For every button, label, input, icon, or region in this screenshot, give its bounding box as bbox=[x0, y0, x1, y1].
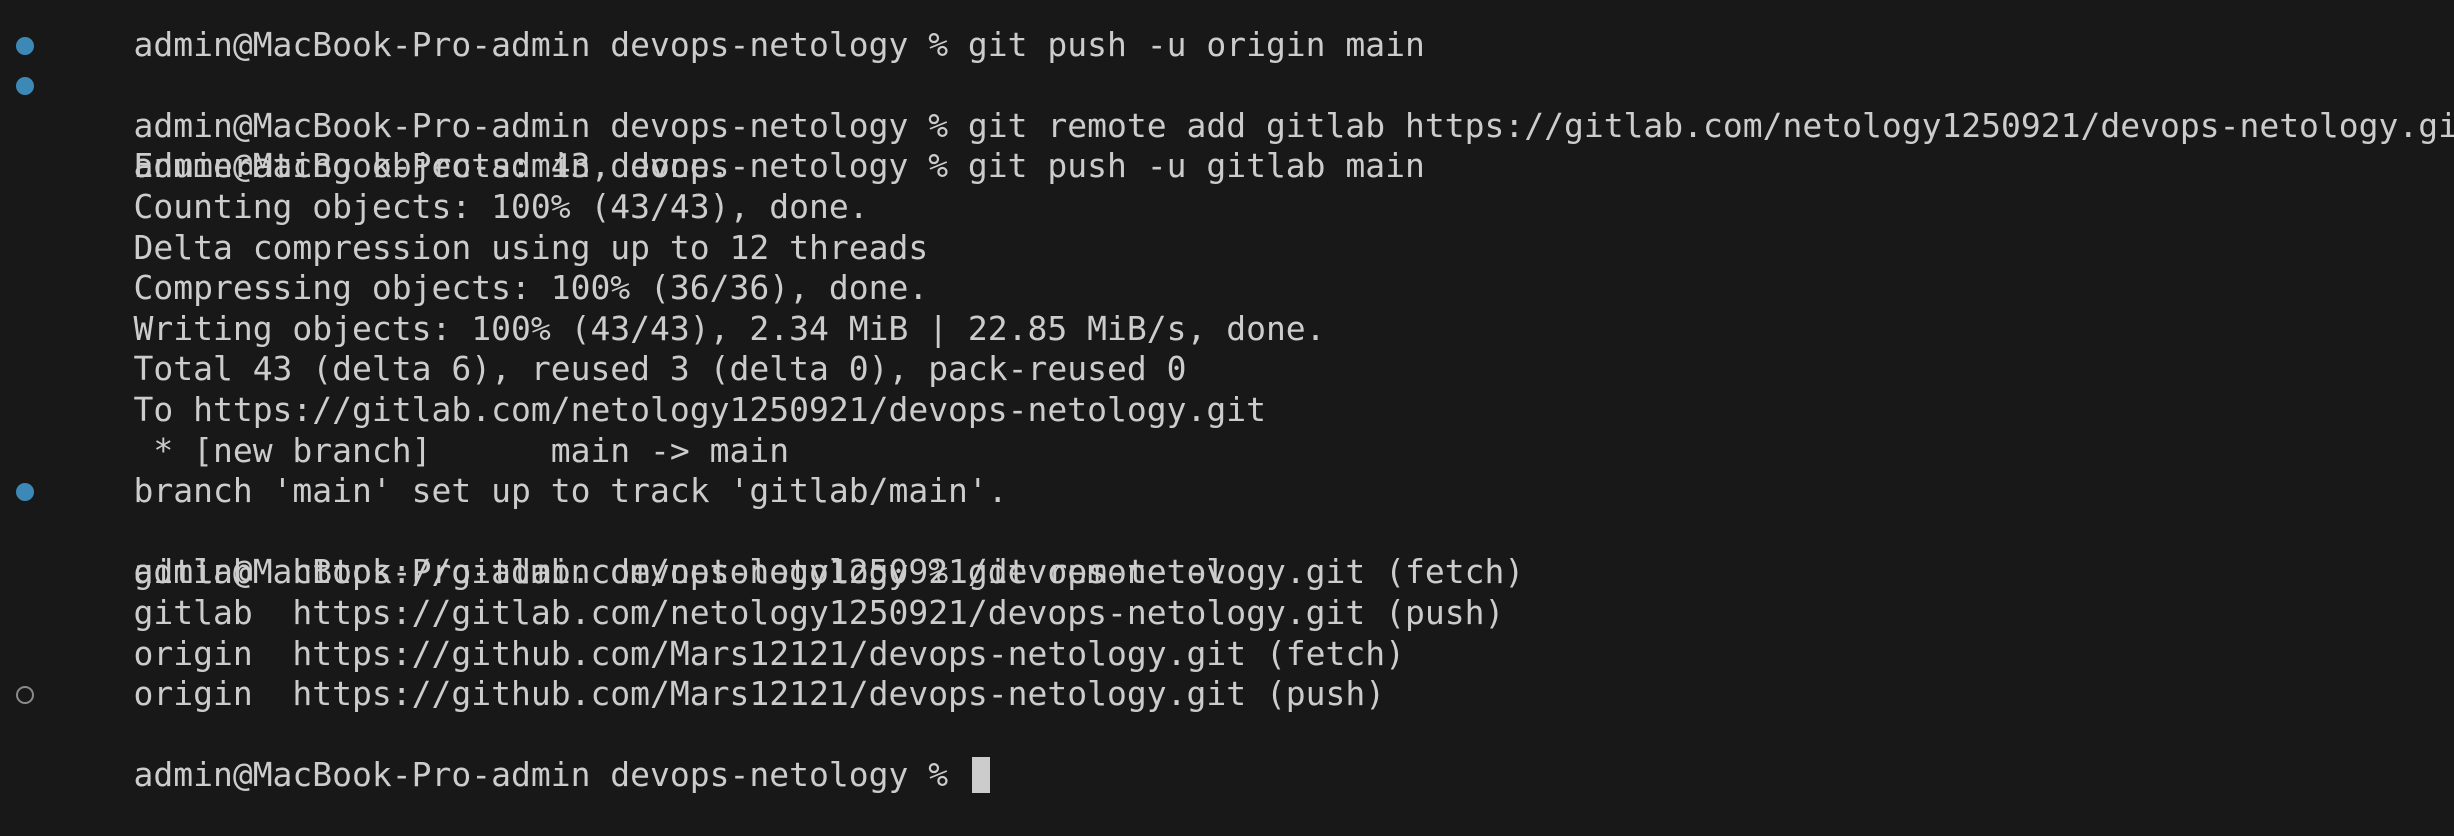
terminal-output[interactable]: admin@MacBook-Pro-admin devops-netology … bbox=[0, 0, 2454, 794]
terminal-output-line: gitlab https://gitlab.com/netology125092… bbox=[0, 552, 2454, 632]
terminal-command-line: admin@MacBook-Pro-admin devops-netology … bbox=[0, 25, 2454, 145]
terminal-cursor bbox=[971, 756, 990, 793]
terminal-command-line: admin@MacBook-Pro-admin devops-netology … bbox=[0, 471, 2454, 591]
command-success-icon[interactable] bbox=[16, 483, 34, 502]
terminal-output-line: Total 43 (delta 6), reused 3 (delta 0), … bbox=[0, 309, 2454, 388]
terminal-output-line: gitlab https://gitlab.com/netology125092… bbox=[0, 512, 2454, 591]
terminal-output-line: Writing objects: 100% (43/43), 2.34 MiB … bbox=[0, 268, 2454, 348]
command-success-icon[interactable] bbox=[16, 77, 34, 96]
terminal-output-line: origin https://github.com/Mars12121/devo… bbox=[0, 593, 2454, 673]
command-idle-icon bbox=[16, 686, 34, 705]
terminal-output-line: Enumerating objects: 43, done. bbox=[0, 106, 2454, 185]
terminal-output-line: Delta compression using up to 12 threads bbox=[0, 187, 2454, 267]
terminal-output-line: To https://gitlab.com/netology1250921/de… bbox=[0, 349, 2454, 429]
terminal-output-line: Compressing objects: 100% (36/36), done. bbox=[0, 228, 2454, 307]
terminal-output-line: origin https://github.com/Mars12121/devo… bbox=[0, 634, 2454, 713]
command-success-icon[interactable] bbox=[16, 36, 34, 55]
terminal-line-text: admin@MacBook-Pro-admin devops-netology … bbox=[133, 755, 968, 795]
terminal-current-prompt[interactable]: admin@MacBook-Pro-admin devops-netology … bbox=[0, 674, 2454, 794]
terminal-line-partial: admin@MacBook-Pro-admin devops-netology … bbox=[0, 0, 2454, 64]
terminal-output-line: * [new branch] main -> main bbox=[0, 390, 2454, 470]
terminal-output-line: Counting objects: 100% (43/43), done. bbox=[0, 146, 2454, 226]
terminal-output-line: branch 'main' set up to track 'gitlab/ma… bbox=[0, 431, 2454, 510]
terminal-command-line: admin@MacBook-Pro-admin devops-netology … bbox=[0, 65, 2454, 185]
